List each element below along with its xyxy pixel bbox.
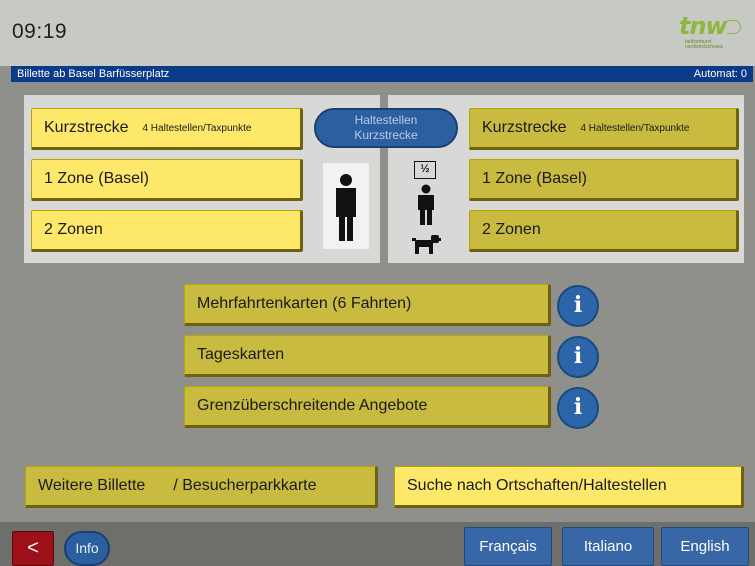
dog-icon — [412, 235, 441, 254]
pill-line1: Haltestellen — [354, 113, 418, 127]
back-arrow-icon: < — [27, 537, 39, 559]
info-icon[interactable]: i — [557, 387, 599, 429]
top-bar: 09:19 tnw tarifverbund nordwestschweiz — [0, 0, 755, 66]
weitere-billette-button[interactable]: Weitere Billette / Besucherparkkarte — [25, 466, 378, 508]
location-text: Billette ab Basel Barfüsserplatz — [17, 68, 170, 80]
language-francais-button[interactable]: Français — [464, 527, 552, 566]
logo-text: tnw — [679, 12, 728, 40]
back-button[interactable]: < — [12, 531, 54, 566]
child-person-icon — [418, 184, 434, 225]
info-icon[interactable]: i — [557, 285, 599, 327]
kurzstrecke-note: 4 Haltestellen/Taxpunkte — [142, 122, 252, 134]
kurzstrecke-label: Kurzstrecke — [482, 119, 567, 136]
language-english-button[interactable]: English — [661, 527, 749, 566]
logo-subtext: tarifverbund nordwestschweiz — [685, 39, 724, 50]
adult-kurzstrecke-button[interactable]: Kurzstrecke 4 Haltestellen/Taxpunkte — [31, 108, 303, 150]
info-bar: Billette ab Basel Barfüsserplatz Automat… — [11, 66, 753, 82]
mehrfahrtenkarten-button[interactable]: Mehrfahrtenkarten (6 Fahrten) — [184, 284, 551, 326]
search-locations-button[interactable]: Suche nach Ortschaften/Haltestellen — [394, 466, 744, 508]
grenzueberschreitende-angebote-button[interactable]: Grenzüberschreitende Angebote — [184, 386, 551, 428]
info-icon[interactable]: i — [557, 336, 599, 378]
adult-person-icon — [323, 163, 369, 249]
tnw-logo: tnw tarifverbund nordwestschweiz — [679, 10, 745, 56]
besucherparkkarte-label: / Besucherparkkarte — [173, 477, 317, 494]
reduced-kurzstrecke-button[interactable]: Kurzstrecke 4 Haltestellen/Taxpunkte — [469, 108, 739, 150]
tageskarten-button[interactable]: Tageskarten — [184, 335, 551, 377]
pill-line2: Kurzstrecke — [354, 128, 418, 142]
logo-arrow-icon — [727, 20, 741, 34]
adult-zone1-button[interactable]: 1 Zone (Basel) — [31, 159, 303, 201]
language-italiano-button[interactable]: Italiano — [562, 527, 654, 566]
reduced-zone2-button[interactable]: 2 Zonen — [469, 210, 739, 252]
haltestellen-kurzstrecke-button[interactable]: Haltestellen Kurzstrecke — [314, 108, 458, 148]
info-button[interactable]: Info — [64, 531, 110, 566]
kurzstrecke-note: 4 Haltestellen/Taxpunkte — [580, 122, 690, 134]
adult-zone2-button[interactable]: 2 Zonen — [31, 210, 303, 252]
reduced-zone1-button[interactable]: 1 Zone (Basel) — [469, 159, 739, 201]
clock: 09:19 — [12, 20, 68, 43]
half-fare-icon: ½ — [414, 161, 436, 179]
kurzstrecke-label: Kurzstrecke — [44, 119, 129, 136]
weitere-billette-label: Weitere Billette — [38, 477, 146, 494]
automat-status: Automat: 0 — [693, 68, 747, 80]
